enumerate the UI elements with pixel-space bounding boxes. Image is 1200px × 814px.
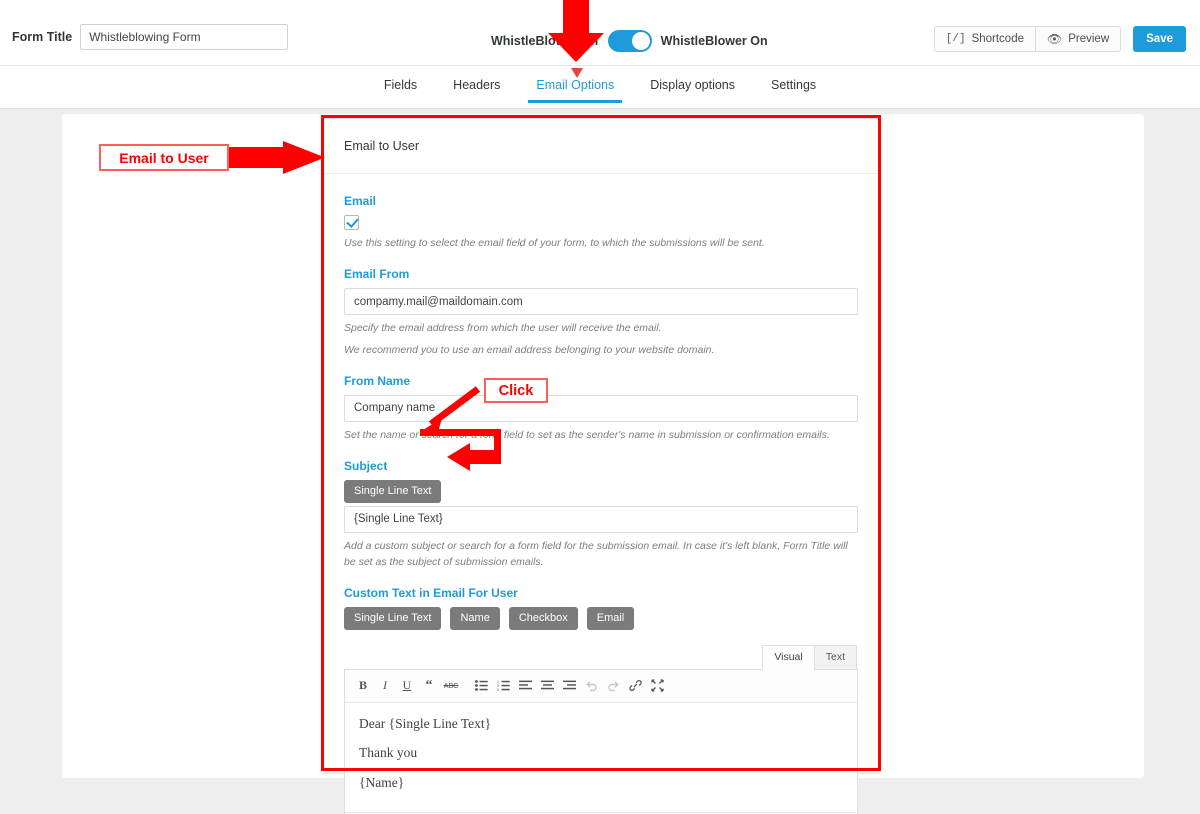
email-help-text: Use this setting to select the email fie… — [344, 237, 765, 249]
field-chip[interactable]: Checkbox — [508, 607, 578, 630]
shortcode-button[interactable]: [/] Shortcode — [933, 26, 1036, 52]
tab-fields[interactable]: Fields — [366, 66, 435, 103]
fullscreen-icon[interactable] — [646, 676, 668, 696]
strikethrough-icon[interactable]: ABC — [440, 676, 462, 696]
align-right-icon[interactable] — [558, 676, 580, 696]
from-name-label: From Name — [344, 373, 411, 388]
email-from-help-2: We recommend you to use an email address… — [344, 343, 715, 356]
email-field-label: Email — [344, 194, 377, 208]
editor-line: Dear {Single Line Text} — [359, 715, 492, 731]
tab-email-options[interactable]: Email Options — [518, 66, 632, 103]
editor-mode-tabs: Visual Text — [344, 644, 858, 670]
align-left-icon[interactable] — [514, 676, 536, 696]
editor-content-area[interactable]: Dear {Single Line Text} Thank you {Name} — [345, 703, 857, 813]
save-button[interactable]: Save — [1133, 26, 1186, 52]
shortcode-icon: [/] — [945, 33, 966, 45]
preview-button[interactable]: 👁 Preview — [1036, 26, 1122, 52]
top-toolbar: Form Title WhistleBlower Off WhistleBlow… — [0, 0, 1200, 66]
email-to-user-panel: Email to User Email Use this setting to … — [321, 118, 881, 814]
panel-title: Email to User — [344, 139, 420, 153]
tab-display-options[interactable]: Display options — [632, 66, 753, 103]
toggle-on-label: WhistleBlower On — [660, 34, 768, 48]
email-from-help-1: Specify the email address from which the… — [344, 322, 662, 335]
link-icon[interactable] — [624, 676, 646, 696]
rich-text-editor: Visual Text B I U “ ABC 1 2 3 Dear {Sing… — [344, 644, 858, 814]
eye-icon: 👁 — [1047, 32, 1063, 46]
editor-toolbar: B I U “ ABC 1 2 3 — [345, 669, 857, 703]
redo-icon[interactable] — [602, 676, 624, 696]
editor-line: {Name} — [359, 774, 405, 790]
email-checkbox[interactable] — [344, 215, 359, 230]
subject-help: Add a custom subject or search for a for… — [344, 539, 848, 568]
italic-icon[interactable]: I — [374, 676, 396, 696]
field-chip[interactable]: Email — [586, 607, 635, 630]
svg-text:3: 3 — [497, 688, 499, 691]
editor-box: B I U “ ABC 1 2 3 Dear {Single Line Text… — [344, 668, 858, 814]
form-title-label: Form Title — [12, 30, 73, 44]
field-chip[interactable]: Single Line Text — [344, 480, 442, 503]
undo-icon[interactable] — [580, 676, 602, 696]
subject-label: Subject — [344, 459, 388, 474]
custom-text-field-chips: Single Line Text Name Checkbox Email — [344, 607, 858, 630]
editor-tab-visual[interactable]: Visual — [762, 644, 815, 670]
editor-line: Thank you — [359, 745, 418, 761]
annotation-label-click: Click — [484, 378, 548, 403]
toolbar-actions: [/] Shortcode 👁 Preview Save — [933, 26, 1186, 52]
preview-label: Preview — [1068, 33, 1110, 45]
panel-body: Email Use this setting to select the ema… — [322, 174, 880, 814]
button-group: [/] Shortcode 👁 Preview — [933, 26, 1122, 52]
field-chip[interactable]: Single Line Text — [344, 607, 442, 630]
custom-text-label: Custom Text in Email For User — [344, 586, 518, 601]
bold-icon[interactable]: B — [352, 676, 374, 696]
tab-settings[interactable]: Settings — [753, 66, 834, 103]
from-name-input[interactable] — [344, 394, 858, 422]
subject-input[interactable] — [344, 505, 858, 533]
toolbar-separator — [462, 676, 470, 696]
panel-header: Email to User — [322, 119, 880, 174]
email-from-label: Email From — [344, 267, 410, 282]
numbered-list-icon[interactable]: 1 2 3 — [492, 676, 514, 696]
align-center-icon[interactable] — [536, 676, 558, 696]
whistleblower-toggle-group: WhistleBlower Off WhistleBlower On — [491, 30, 768, 52]
email-from-input[interactable] — [344, 288, 858, 316]
subject-field-chips: Single Line Text — [344, 480, 858, 503]
field-chip[interactable]: Name — [450, 607, 500, 630]
blockquote-icon[interactable]: “ — [418, 676, 440, 696]
tab-headers[interactable]: Headers — [435, 66, 518, 103]
editor-tab-text[interactable]: Text — [813, 644, 857, 670]
tab-bar: Fields Headers Email Options Display opt… — [0, 66, 1200, 109]
page-root: Form Title WhistleBlower Off WhistleBlow… — [0, 0, 1200, 814]
underline-icon[interactable]: U — [396, 676, 418, 696]
shortcode-label: Shortcode — [971, 33, 1024, 45]
bulleted-list-icon[interactable] — [470, 676, 492, 696]
toggle-knob — [631, 32, 650, 50]
content-card: Email to User Email Use this setting to … — [62, 114, 1144, 814]
toggle-off-label: WhistleBlower Off — [491, 34, 599, 48]
form-title-input[interactable] — [80, 24, 289, 50]
whistleblower-toggle[interactable] — [607, 30, 652, 52]
form-title-group: Form Title — [12, 24, 289, 50]
from-name-help: Set the name or search for a form field … — [344, 428, 830, 441]
annotation-label-email-to-user: Email to User — [99, 144, 229, 171]
